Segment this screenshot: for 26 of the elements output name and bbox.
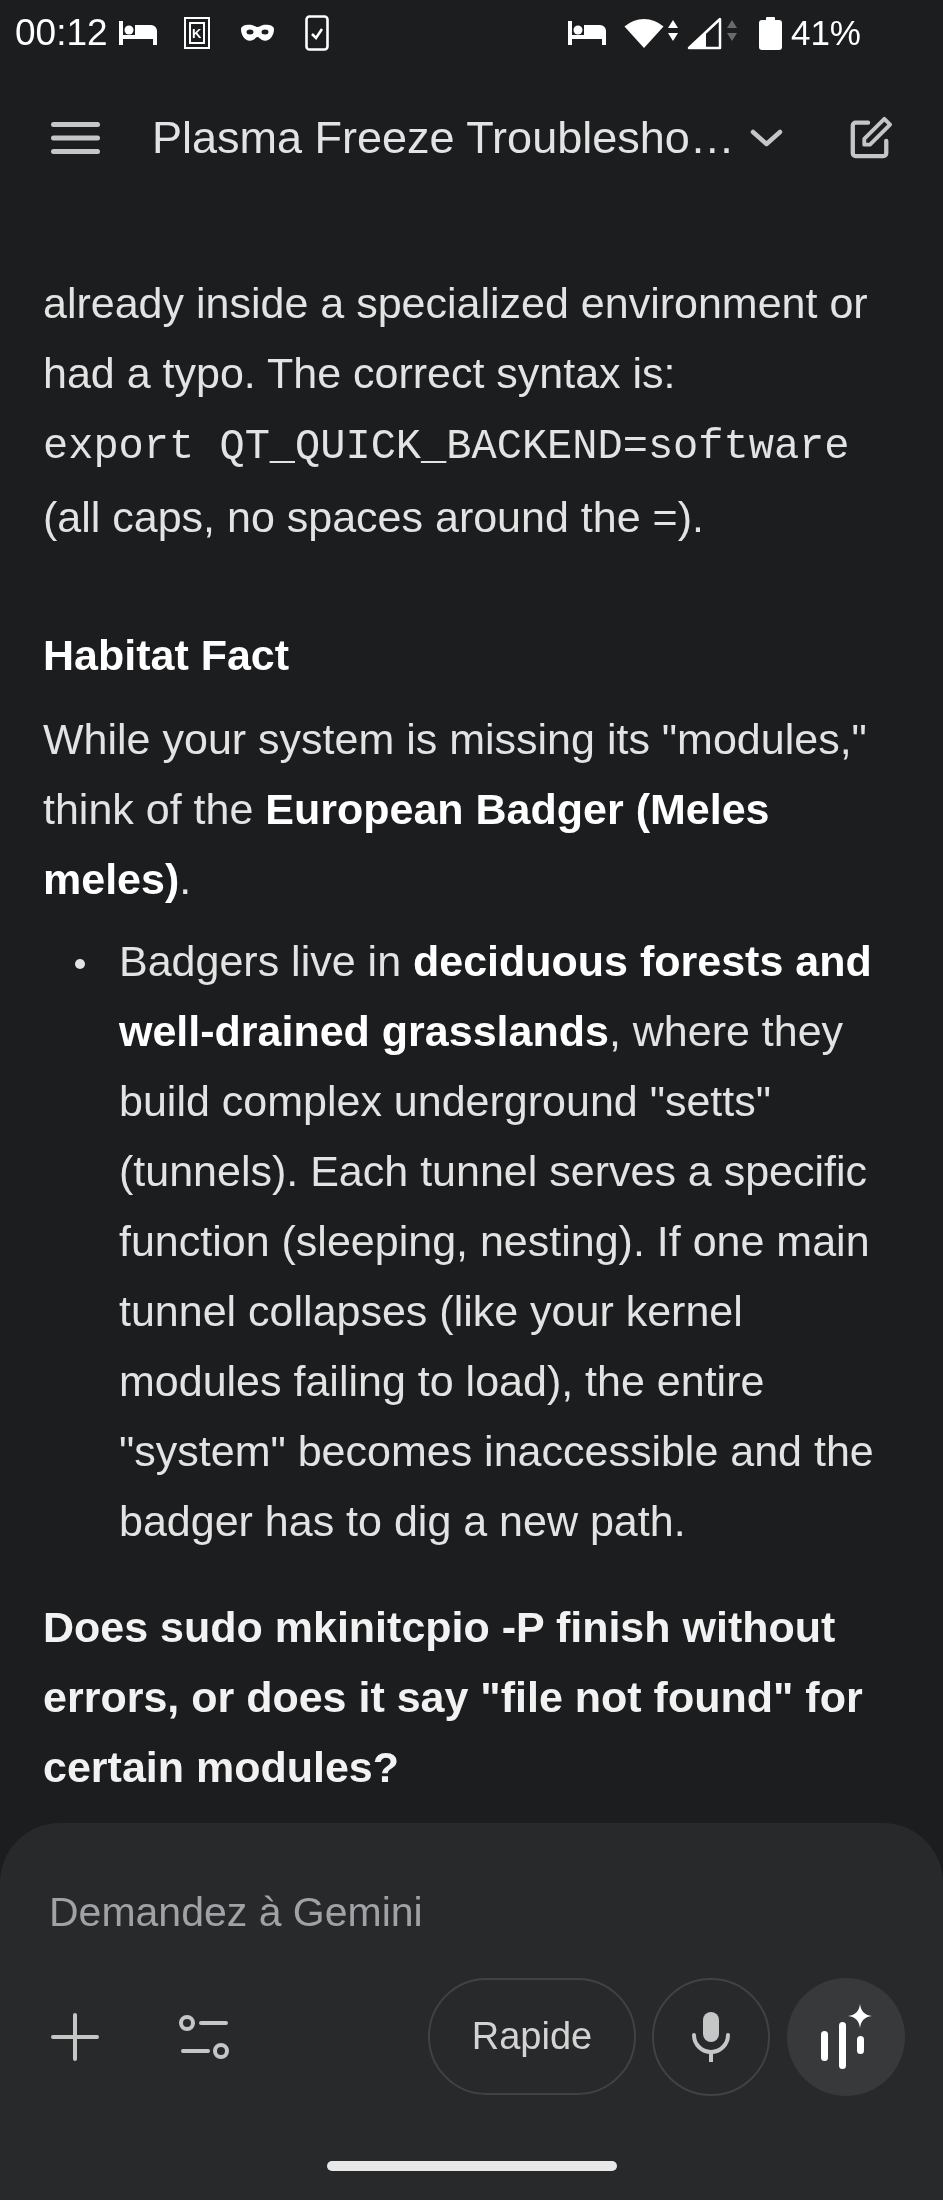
microphone-button[interactable]	[652, 1977, 770, 2096]
message-input[interactable]: Demandez à Gemini	[49, 1888, 905, 1936]
message-paragraph: already inside a specialized environment or had a typo. The correct syntax is: export QT_QUICK_BACKEND=software (all caps, no spaces around the =).	[43, 278, 869, 543]
menu-icon[interactable]	[51, 122, 100, 154]
plus-icon[interactable]	[51, 2012, 99, 2061]
bed-icon	[118, 21, 157, 45]
waveform-sparkle-icon	[820, 2004, 872, 2069]
sliders-icon[interactable]	[179, 2014, 230, 2059]
battery-icon	[758, 16, 782, 50]
bed-icon	[567, 21, 606, 45]
phone-check-icon	[304, 15, 329, 51]
status-time: 00:12	[15, 11, 108, 55]
mask-icon	[239, 23, 275, 43]
microphone-icon	[691, 2011, 731, 2062]
app-badge: K	[183, 17, 210, 49]
message-paragraph: While your system is missing its "modules," think of the European Badger (Meles meles).	[43, 714, 868, 905]
battery-percent: 41%	[790, 12, 861, 54]
question-text: Does sudo mkinitcpio -P finish without errors, or does it say "file not found" for certain modules?	[43, 1602, 864, 1793]
signal-icon	[686, 16, 738, 50]
mode-button[interactable]: Rapide	[428, 1978, 636, 2095]
chat-title[interactable]: Plasma Freeze Troublesho…	[152, 111, 735, 165]
section-heading: Habitat Fact	[43, 630, 291, 681]
bullet-icon	[75, 959, 85, 969]
bullet-text: Badgers live in deciduous forests and well-drained grasslands, where they build complex underground "setts" (tunnels). Each tunnel serves a specific function (sleeping, nesting). If one main tunnel collapses (like your kernel modules failing to load), the entire "system" becomes inaccessible and the badger has to dig a new path.	[119, 936, 875, 1547]
chevron-down-icon[interactable]	[749, 129, 783, 147]
wifi-icon	[623, 17, 680, 49]
